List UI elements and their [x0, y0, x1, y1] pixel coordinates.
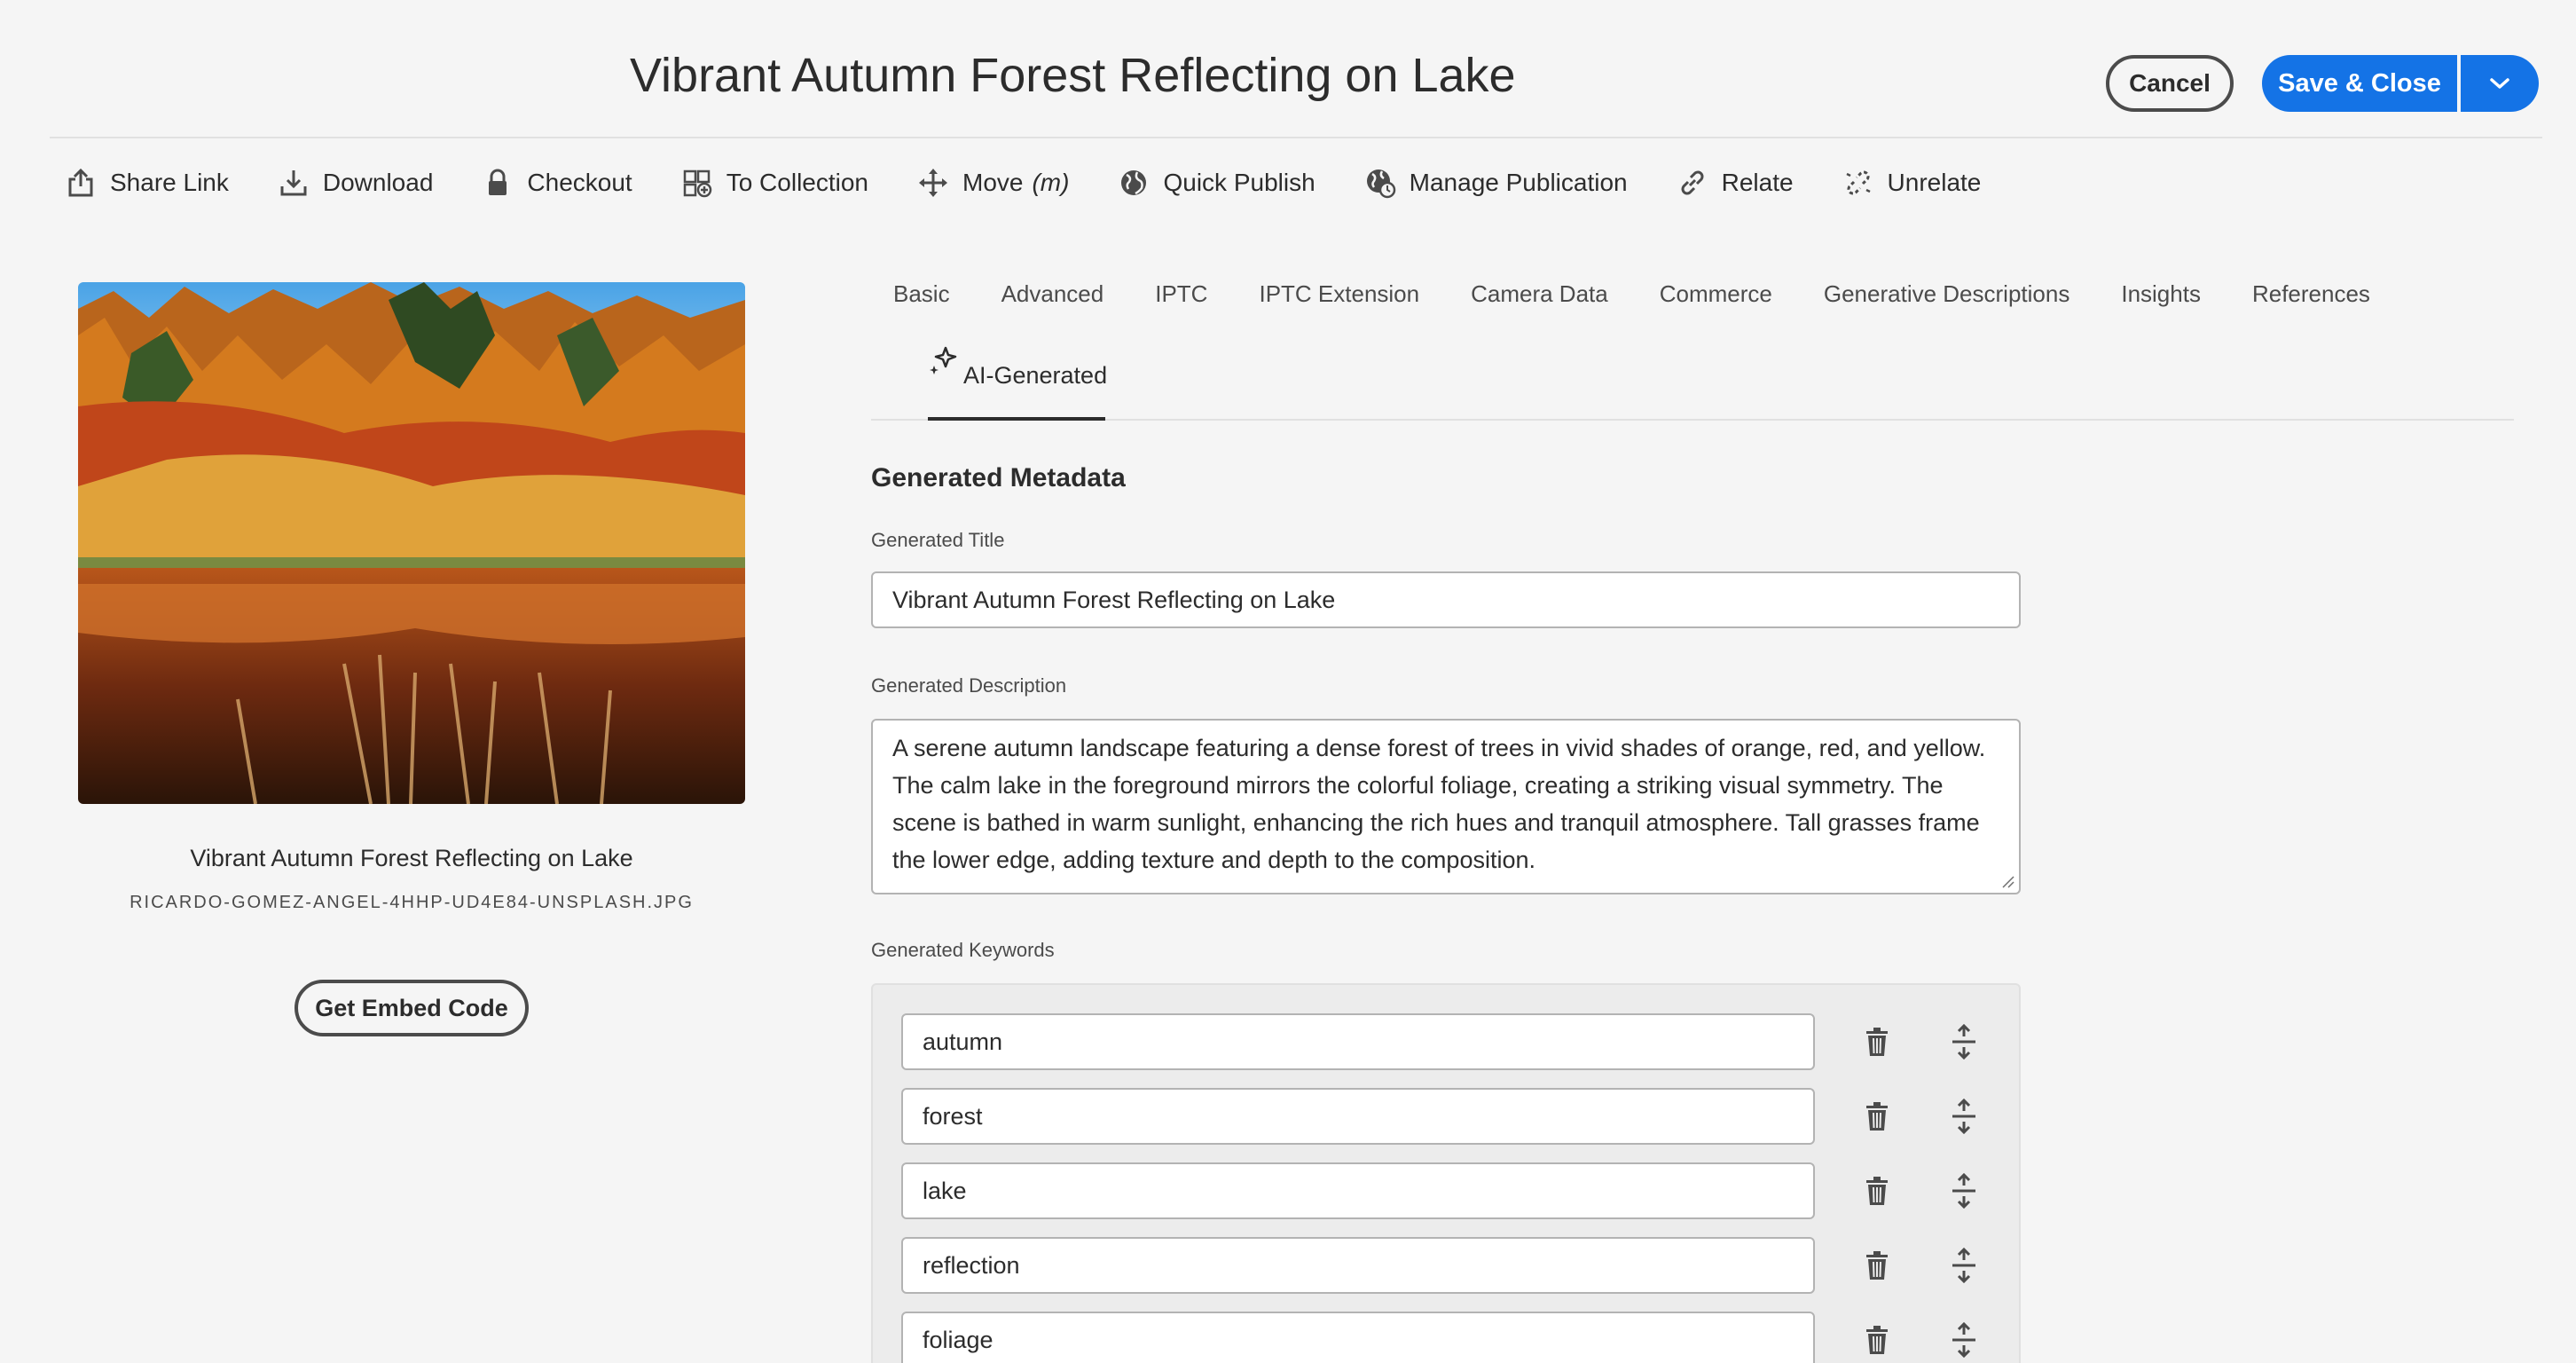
lock-icon — [481, 166, 514, 200]
keyword-row: autumn — [901, 1013, 1975, 1070]
header-divider — [50, 137, 2542, 138]
move-shortcut-hint: (m) — [1032, 169, 1070, 196]
trash-icon[interactable] — [1859, 1024, 1895, 1060]
drag-handle-icon[interactable] — [1946, 1024, 1982, 1060]
generated-title-input[interactable]: Vibrant Autumn Forest Reflecting on Lake — [871, 571, 2021, 628]
page-title: Vibrant Autumn Forest Reflecting on Lake — [630, 49, 1516, 102]
keyword-row: foliage — [901, 1312, 1975, 1363]
to-collection-label: To Collection — [726, 169, 869, 196]
tab-ai-generated[interactable]: AI-Generated — [928, 346, 1108, 421]
manage-publication-button[interactable]: Manage Publication — [1363, 166, 1628, 200]
manage-publication-label: Manage Publication — [1409, 169, 1628, 196]
section-title: Generated Metadata — [871, 463, 1126, 492]
globe-clock-icon — [1363, 166, 1397, 200]
tab-iptc-extension[interactable]: IPTC Extension — [1259, 280, 1419, 316]
save-close-button[interactable]: Save & Close — [2262, 55, 2457, 112]
asset-properties-page: Vibrant Autumn Forest Reflecting on Lake… — [0, 0, 2576, 1363]
save-options-button[interactable] — [2461, 55, 2539, 112]
to-collection-button[interactable]: To Collection — [680, 166, 868, 200]
drag-handle-icon[interactable] — [1946, 1322, 1982, 1358]
keyword-row: reflection — [901, 1237, 1975, 1294]
keyword-input[interactable]: lake — [901, 1162, 1815, 1219]
drag-handle-icon[interactable] — [1946, 1173, 1982, 1209]
relate-button[interactable]: Relate — [1676, 166, 1794, 200]
trash-icon[interactable] — [1859, 1322, 1895, 1358]
action-toolbar: Share Link Download Checkout To Collecti… — [64, 163, 2029, 202]
active-tab-indicator — [928, 417, 1105, 421]
keyword-row: forest — [901, 1088, 1975, 1145]
unrelate-button[interactable]: Unrelate — [1842, 166, 1982, 200]
description-text: A serene autumn landscape featuring a de… — [892, 735, 1986, 873]
chevron-down-icon — [2490, 78, 2509, 89]
asset-filename: RICARDO-GOMEZ-ANGEL-4HHP-UD4E84-UNSPLASH… — [130, 893, 694, 912]
quick-publish-button[interactable]: Quick Publish — [1117, 166, 1315, 200]
resize-handle-icon[interactable] — [1999, 873, 2015, 889]
drag-handle-icon[interactable] — [1946, 1248, 1982, 1283]
move-label: Move — [962, 169, 1024, 196]
metadata-tabs: Basic Advanced IPTC IPTC Extension Camer… — [893, 280, 2422, 316]
link-icon — [1676, 166, 1709, 200]
download-icon — [277, 166, 310, 200]
tabs-divider — [871, 419, 2514, 421]
tab-references[interactable]: References — [2252, 280, 2370, 316]
relate-label: Relate — [1721, 169, 1794, 196]
generated-title-label: Generated Title — [871, 529, 1005, 551]
generated-keywords-label: Generated Keywords — [871, 939, 1055, 961]
move-button[interactable]: Move (m) — [916, 166, 1069, 200]
unrelate-label: Unrelate — [1887, 169, 1982, 196]
trash-icon[interactable] — [1859, 1099, 1895, 1134]
tab-advanced[interactable]: Advanced — [1001, 280, 1104, 316]
tab-insights[interactable]: Insights — [2121, 280, 2201, 316]
quick-publish-label: Quick Publish — [1163, 169, 1315, 196]
add-to-collection-icon — [680, 166, 714, 200]
checkout-label: Checkout — [527, 169, 632, 196]
get-embed-code-button[interactable]: Get Embed Code — [295, 980, 529, 1036]
share-link-button[interactable]: Share Link — [64, 166, 229, 200]
tab-camera-data[interactable]: Camera Data — [1471, 280, 1608, 316]
tab-basic[interactable]: Basic — [893, 280, 950, 316]
generated-description-textarea[interactable]: A serene autumn landscape featuring a de… — [871, 719, 2021, 894]
sparkle-icon — [930, 346, 957, 374]
keyword-row: lake — [901, 1162, 1975, 1219]
trash-icon[interactable] — [1859, 1173, 1895, 1209]
asset-title: Vibrant Autumn Forest Reflecting on Lake — [190, 845, 633, 871]
keyword-input[interactable]: foliage — [901, 1312, 1815, 1363]
download-button[interactable]: Download — [277, 166, 434, 200]
keyword-input[interactable]: forest — [901, 1088, 1815, 1145]
move-icon — [916, 166, 950, 200]
tab-ai-generated-label: AI-Generated — [963, 362, 1108, 389]
drag-handle-icon[interactable] — [1946, 1099, 1982, 1134]
asset-thumbnail — [78, 282, 745, 804]
cancel-button[interactable]: Cancel — [2106, 55, 2234, 112]
download-label: Download — [322, 169, 434, 196]
tab-generative-descriptions[interactable]: Generative Descriptions — [1824, 280, 2069, 316]
share-link-label: Share Link — [110, 169, 229, 196]
checkout-button[interactable]: Checkout — [481, 166, 632, 200]
generated-description-label: Generated Description — [871, 674, 1067, 697]
keyword-input[interactable]: reflection — [901, 1237, 1815, 1294]
trash-icon[interactable] — [1859, 1248, 1895, 1283]
globe-icon — [1117, 166, 1151, 200]
tab-commerce[interactable]: Commerce — [1660, 280, 1772, 316]
share-icon — [64, 166, 98, 200]
unlink-icon — [1842, 166, 1875, 200]
keyword-input[interactable]: autumn — [901, 1013, 1815, 1070]
tab-iptc[interactable]: IPTC — [1155, 280, 1207, 316]
